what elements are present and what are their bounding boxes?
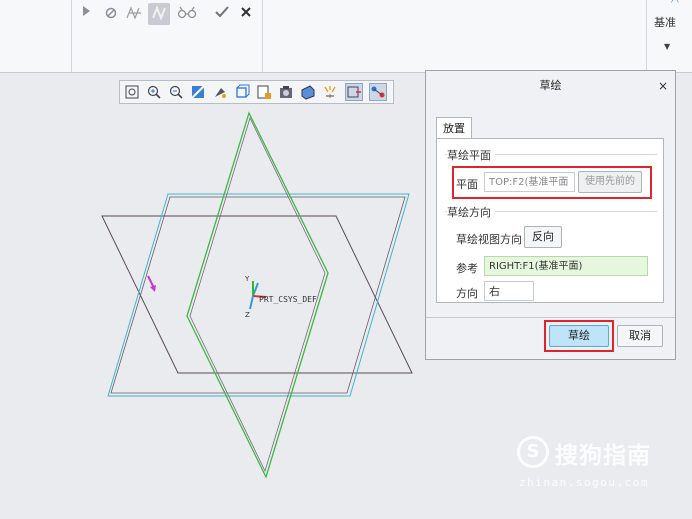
check-icon[interactable] bbox=[213, 5, 231, 23]
csys-axis-z-down bbox=[249, 295, 254, 310]
layers-icon[interactable] bbox=[148, 3, 170, 25]
saved-orientations-icon[interactable] bbox=[234, 84, 250, 100]
sketch-plane-group-label: 草绘平面 bbox=[447, 147, 495, 163]
datum-top-icon: ◠ bbox=[671, 0, 679, 8]
ribbon-separator bbox=[71, 0, 72, 72]
orientation-arrow-head bbox=[150, 285, 156, 292]
cancel-button[interactable]: 取消 bbox=[617, 325, 663, 347]
reference-field[interactable]: RIGHT:F1(基准平面) bbox=[484, 256, 648, 276]
ribbon-toolbar: ◠ 基准 ▼ bbox=[0, 0, 692, 73]
ribbon-separator bbox=[262, 0, 263, 72]
datum-plane-front bbox=[101, 215, 413, 374]
highlight-sketch-button bbox=[544, 320, 614, 352]
datum-button-label[interactable]: 基准 bbox=[654, 14, 676, 30]
sketch-view-icon[interactable] bbox=[369, 83, 387, 101]
watermark-text: 搜狗指南 bbox=[555, 443, 651, 469]
reference-label: 参考 bbox=[456, 262, 478, 275]
orientation-label: 方向 bbox=[456, 287, 478, 300]
flip-button[interactable]: 反向 bbox=[524, 226, 562, 248]
chevron-down-icon[interactable]: ▼ bbox=[664, 42, 670, 51]
node-icon[interactable] bbox=[124, 5, 144, 23]
display-style-icon[interactable] bbox=[212, 84, 228, 100]
perspective-icon[interactable] bbox=[278, 84, 294, 100]
sogou-logo-icon: S bbox=[517, 436, 549, 468]
placement-panel: 草绘平面 平面 TOP:F2(基准平面 使用先前的 草绘方向 草绘视图方向 反向… bbox=[436, 138, 664, 303]
zoom-out-icon[interactable] bbox=[168, 84, 184, 100]
dialog-close-button[interactable]: × bbox=[656, 79, 670, 93]
dialog-divider bbox=[426, 317, 675, 318]
refit-icon[interactable] bbox=[124, 84, 140, 100]
tab-placement[interactable]: 放置 bbox=[436, 117, 472, 139]
csys-axis-z-label: Z bbox=[245, 311, 250, 319]
watermark-url: zhinan.sogou.com bbox=[519, 476, 649, 489]
annotation-display-icon[interactable] bbox=[345, 83, 363, 101]
close-icon[interactable] bbox=[238, 5, 254, 23]
ribbon-separator bbox=[646, 0, 647, 72]
sketch-dialog: 草绘 × 放置 草绘平面 平面 TOP:F2(基准平面 使用先前的 草绘方向 草… bbox=[425, 70, 676, 360]
view-manager-icon[interactable] bbox=[256, 84, 272, 100]
orientation-select[interactable]: 右 bbox=[484, 281, 534, 301]
csys-label: PRT_CSYS_DEF bbox=[259, 295, 317, 304]
orientation-group-label: 草绘方向 bbox=[447, 204, 495, 220]
datum-plane-top-inner bbox=[110, 196, 406, 394]
highlight-plane-row bbox=[452, 166, 652, 199]
repaint-icon[interactable] bbox=[190, 84, 206, 100]
spin-center-icon[interactable] bbox=[322, 84, 338, 100]
no-entry-icon[interactable] bbox=[103, 5, 119, 23]
dialog-title: 草绘 bbox=[539, 79, 562, 92]
play-icon[interactable] bbox=[80, 5, 92, 23]
watermark: S 搜狗指南 zhinan.sogou.com bbox=[517, 436, 677, 496]
glasses-icon[interactable] bbox=[176, 5, 198, 23]
zoom-in-icon[interactable] bbox=[146, 84, 162, 100]
csys-axis-y-label: Y bbox=[244, 275, 250, 283]
datum-display-icon[interactable] bbox=[300, 84, 316, 100]
view-direction-label: 草绘视图方向 bbox=[456, 233, 522, 246]
view-toolbar bbox=[119, 80, 394, 104]
